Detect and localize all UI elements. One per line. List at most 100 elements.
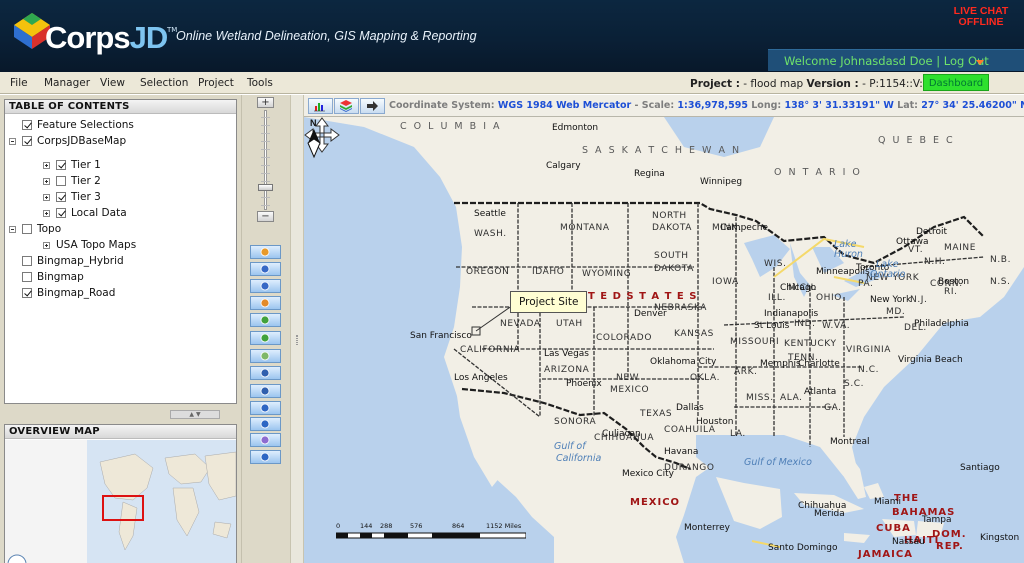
toc-item-bingmap-hybrid[interactable]: Bingmap_Hybrid (9, 254, 124, 268)
scale-tick-label: 288 (380, 522, 393, 530)
water-label: Gulf of (554, 441, 586, 452)
scale-tick-label: 864 (452, 522, 465, 530)
toc-item-label: Topo (37, 223, 62, 235)
map-canvas[interactable]: C O L U M B I A S A S K A T C H E W A N O … (304, 117, 1024, 563)
city-label: New York (870, 295, 912, 305)
chart-icon[interactable] (308, 98, 333, 114)
welcome-logout-link[interactable]: Welcome Johnasdasd Doe | Log Out (784, 54, 989, 68)
state-label: N.H. (924, 257, 946, 267)
next-extent-button[interactable] (250, 331, 281, 345)
toc-item-tier-2[interactable]: Tier 2 (43, 174, 101, 188)
state-label: KANSAS (674, 329, 714, 339)
expand-icon[interactable] (43, 241, 50, 249)
layer-checkbox[interactable] (56, 160, 66, 170)
toc-item-label: Tier 3 (71, 191, 101, 203)
logo-accent: JD (129, 20, 169, 55)
project-site-callout[interactable]: Project Site (510, 291, 588, 313)
collapse-icon[interactable] (9, 137, 16, 145)
zoom-extent-button[interactable] (250, 384, 281, 398)
overview-title: OVERVIEW MAP (5, 425, 236, 439)
city-label: Winnipeg (700, 177, 743, 187)
layer-checkbox[interactable] (22, 224, 32, 234)
layers-icon[interactable] (334, 98, 359, 114)
state-label: ARK. (734, 367, 758, 377)
zoom-slider[interactable]: + − (257, 97, 277, 223)
state-label: OREGON (466, 267, 510, 277)
toc-item-feature-selections[interactable]: Feature Selections (9, 118, 134, 132)
scale-tick-label: 576 (410, 522, 423, 530)
overview-map[interactable] (5, 440, 236, 563)
previous-extent-icon (260, 315, 271, 325)
layer-checkbox[interactable] (56, 176, 66, 186)
expand-icon[interactable] (43, 209, 50, 217)
menu-tools[interactable]: Tools (247, 77, 273, 89)
draw-rectangle-icon (260, 247, 271, 257)
toc-item-tier-3[interactable]: Tier 3 (43, 190, 101, 204)
full-extent-button[interactable] (250, 366, 281, 380)
toc-item-label: Bingmap_Road (37, 287, 116, 299)
scale-tick-label: 144 (360, 522, 373, 530)
layer-checkbox[interactable] (22, 136, 32, 146)
menu-manager[interactable]: Manager (44, 77, 90, 89)
menu-project[interactable]: Project (198, 77, 234, 89)
expand-icon[interactable] (43, 161, 50, 169)
version-label: Version : (806, 78, 859, 90)
city-label: Denver (634, 309, 667, 319)
city-label: Dallas (676, 403, 704, 413)
expand-icon[interactable] (43, 177, 50, 185)
state-label: CALIFORNIA (460, 345, 521, 355)
layer-checkbox[interactable] (56, 208, 66, 218)
state-label: ILL. (768, 293, 786, 303)
toc-item-bingmap[interactable]: Bingmap (9, 270, 84, 284)
layer-checkbox[interactable] (22, 120, 32, 130)
menu-view[interactable]: View (100, 77, 125, 89)
identify-button[interactable] (250, 401, 281, 415)
long-value: 138° 3' 31.33191" W (784, 100, 894, 111)
user-menu-caret-icon[interactable] (976, 60, 984, 65)
zoom-slider-thumb[interactable] (258, 184, 273, 192)
dashboard-button[interactable]: Dashboard (923, 74, 989, 91)
menu-selection[interactable]: Selection (140, 77, 188, 89)
state-label: UTAH (556, 319, 583, 329)
arrow-right-icon[interactable] (360, 98, 385, 114)
collapse-icon[interactable] (9, 225, 16, 233)
state-label: N.S. (990, 277, 1011, 287)
previous-extent-button[interactable] (250, 313, 281, 327)
city-label: Philadelphia (914, 319, 969, 329)
refresh-button[interactable] (250, 417, 281, 431)
layer-checkbox[interactable] (56, 192, 66, 202)
zoom-in-button[interactable] (250, 262, 281, 276)
draw-rectangle-button[interactable] (250, 245, 281, 259)
layers-button[interactable] (250, 433, 281, 447)
zoom-slider-plus-button[interactable]: + (257, 97, 274, 108)
water-label: California (556, 453, 602, 464)
toc-item-local-data[interactable]: Local Data (43, 206, 127, 220)
toc-item-corpsjdbasemap[interactable]: CorpsJDBaseMap (9, 134, 126, 148)
toc-item-bingmap-road[interactable]: Bingmap_Road (9, 286, 115, 300)
lat-value: 27° 34' 25.46200" N (921, 100, 1024, 111)
live-chat-status[interactable]: LIVE CHAT OFFLINE (946, 6, 1016, 28)
state-label: VIRGINIA (846, 345, 892, 355)
city-label: Memphis (760, 359, 801, 369)
zoom-out-button[interactable] (250, 279, 281, 293)
city-label: Oklahoma City (650, 357, 717, 367)
panel-resize-handle[interactable]: ▲ ▼ (170, 410, 220, 419)
layer-checkbox[interactable] (22, 256, 32, 266)
menu-file[interactable]: File (10, 77, 28, 89)
state-label: NEVADA (500, 319, 541, 329)
expand-icon[interactable] (43, 193, 50, 201)
checkmark-button[interactable] (250, 450, 281, 464)
toc-item-tier-1[interactable]: Tier 1 (43, 158, 101, 172)
city-label: Virginia Beach (898, 355, 963, 365)
layer-checkbox[interactable] (22, 288, 32, 298)
city-label: Houston (696, 417, 734, 427)
zoom-slider-minus-button[interactable]: − (257, 211, 274, 222)
layer-checkbox[interactable] (22, 272, 32, 282)
panel-splitter[interactable] (290, 95, 304, 563)
toc-item-topo[interactable]: Topo (9, 222, 61, 236)
country-label: O N T A R I O (774, 167, 862, 178)
country-label: DOM. (932, 529, 967, 540)
forward-arrow-button[interactable] (250, 349, 281, 363)
toc-item-usa-topo-maps[interactable]: USA Topo Maps (43, 238, 136, 252)
pan-hand-button[interactable] (250, 296, 281, 310)
